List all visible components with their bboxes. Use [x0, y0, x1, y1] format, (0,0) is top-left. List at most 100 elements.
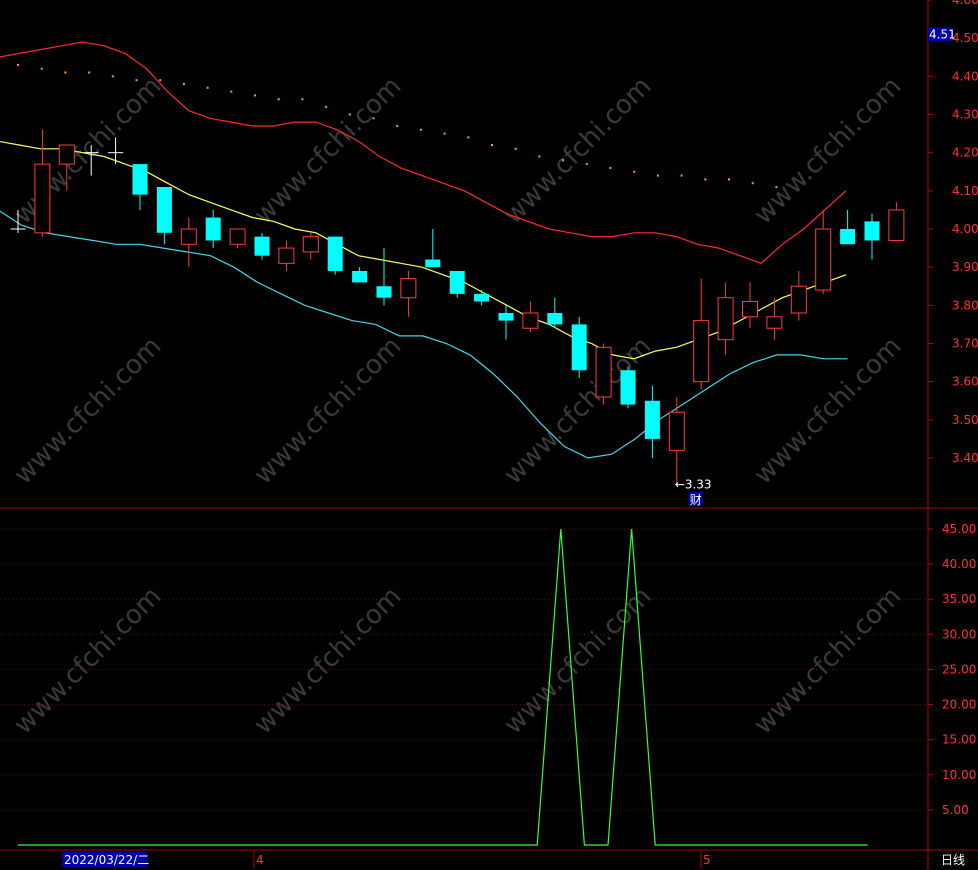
stop-dot	[585, 163, 588, 166]
price-tick-label: 3.80	[952, 298, 978, 312]
stop-dot	[467, 136, 470, 139]
stop-dot	[182, 82, 185, 85]
stop-dot	[396, 124, 399, 127]
candle-body	[400, 278, 417, 299]
stop-dot	[135, 79, 138, 82]
candle	[571, 316, 587, 378]
candle-body	[790, 285, 807, 314]
stop-dot	[40, 67, 43, 70]
stop-dot	[277, 98, 280, 101]
candle	[595, 343, 612, 405]
stop-dot	[633, 170, 636, 173]
candle	[449, 270, 465, 298]
indicator-tick-label: 15.00	[942, 733, 976, 747]
candle-body	[205, 217, 221, 241]
candle-body	[571, 324, 587, 371]
candle-body	[547, 312, 563, 325]
stop-dot	[609, 166, 612, 169]
price-tick-label: 3.40	[952, 451, 978, 465]
price-tick-label: 4.10	[952, 184, 978, 198]
stop-dot	[514, 147, 517, 150]
price-tick-label: 3.60	[952, 375, 978, 389]
stop-dot	[88, 71, 91, 74]
candle-body	[376, 286, 392, 298]
month-label: 4	[256, 853, 264, 867]
indicator-tick-label: 10.00	[942, 768, 976, 782]
stop-dot	[254, 94, 256, 97]
candle-body	[180, 228, 197, 245]
price-tick-label: 3.70	[952, 337, 978, 351]
stop-dot	[111, 75, 114, 78]
indicator-tick-label: 45.00	[942, 522, 976, 536]
price-tick-label: 4.50	[952, 31, 978, 45]
stop-dot	[17, 63, 19, 66]
stop-dot	[325, 105, 328, 108]
current-price-label: 4.51	[929, 27, 956, 41]
candle-body	[474, 293, 490, 302]
stop-dot	[443, 132, 446, 135]
stop-dot	[419, 128, 422, 131]
candle-body	[888, 209, 905, 241]
candle	[327, 236, 343, 275]
candle-body	[34, 163, 51, 234]
candle-body	[278, 247, 295, 264]
candle-body	[132, 164, 148, 195]
period-label: 日线	[941, 853, 965, 867]
candle-body	[254, 236, 270, 256]
candle-body	[766, 316, 783, 329]
stop-dot	[491, 144, 493, 147]
price-tick-label: 4.60	[952, 0, 978, 7]
indicator-tick-label: 20.00	[942, 698, 976, 712]
candle-body	[58, 144, 75, 165]
low-price-marker: ←3.33	[675, 478, 712, 492]
stop-dot	[372, 117, 375, 120]
candle	[254, 232, 270, 260]
candle-body	[693, 320, 710, 383]
price-tick-label: 4.20	[952, 146, 978, 160]
indicator-tick-label: 5.00	[942, 803, 969, 817]
stock-chart: www.cfchi.com www.cfchi.com www.cfchi.com w…	[0, 0, 978, 870]
indicator-tick-label: 40.00	[942, 557, 976, 571]
indicator-tick-label: 30.00	[942, 627, 976, 641]
candle-body	[425, 259, 441, 268]
candle-body	[620, 370, 636, 405]
price-tick-label: 4.00	[952, 222, 978, 236]
candle-body	[644, 400, 660, 439]
candle-body	[742, 301, 758, 318]
stop-dot	[64, 71, 67, 74]
price-tick-label: 3.50	[952, 413, 978, 427]
stop-dot	[301, 98, 304, 101]
stop-dot	[348, 113, 351, 116]
stop-dot	[680, 174, 683, 177]
event-marker: 财	[690, 493, 702, 507]
candle-body	[302, 236, 319, 253]
price-tick-label: 3.90	[952, 260, 978, 274]
candle-body	[717, 297, 734, 341]
stop-dot	[704, 178, 707, 181]
candle-body	[668, 411, 685, 451]
candle-body	[229, 228, 246, 245]
candle-body	[815, 228, 832, 291]
stop-dot	[656, 174, 659, 177]
stop-dot	[562, 159, 565, 162]
candle-body	[156, 187, 172, 233]
candle-body	[352, 270, 368, 283]
price-tick-label: 4.30	[952, 108, 978, 122]
candle-body	[595, 346, 612, 398]
candle-body	[840, 229, 856, 245]
date-label: 2022/03/22/二	[64, 853, 149, 867]
stop-dot	[230, 90, 233, 93]
stop-dot	[775, 186, 778, 189]
candle-body	[498, 312, 514, 321]
month-label: 5	[703, 853, 711, 867]
candle-body	[449, 270, 465, 294]
stop-dot	[751, 182, 754, 185]
stop-dot	[206, 86, 209, 89]
stop-dot	[728, 178, 730, 181]
candle-body	[522, 312, 539, 329]
candle-body	[864, 221, 880, 241]
indicator-tick-label: 35.00	[942, 592, 976, 606]
stop-dot	[538, 155, 541, 158]
candle-body	[327, 236, 343, 271]
indicator-tick-label: 25.00	[942, 662, 976, 676]
